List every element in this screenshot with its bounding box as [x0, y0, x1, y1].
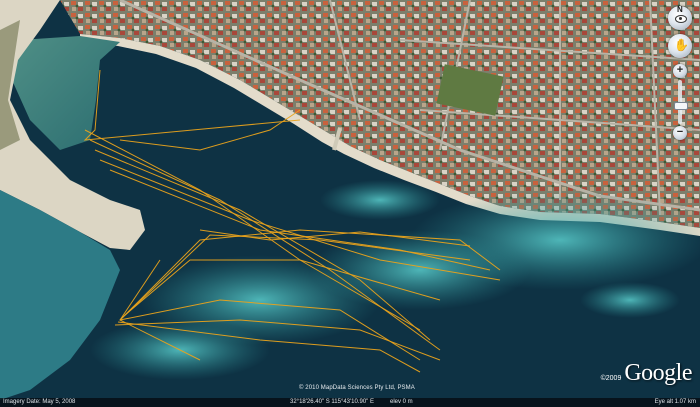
map-viewer[interactable]: N ✋ + − © 2010 MapData Sciences Pty Ltd,… — [0, 0, 700, 407]
reef-shallows — [320, 180, 440, 220]
status-bar: Imagery Date: May 5, 2008 32°18'26.40" S… — [0, 398, 700, 407]
move-joystick[interactable]: ✋ — [668, 34, 692, 58]
navigation-controls: N ✋ + − — [668, 5, 692, 142]
google-logo: ©2009 Google — [600, 360, 693, 387]
logo-text: Google — [624, 360, 692, 386]
elevation-readout: elev 0 m — [390, 399, 413, 405]
imagery-date: Imagery Date: May 5, 2008 — [3, 399, 76, 405]
satellite-map[interactable] — [0, 0, 700, 407]
north-label: N — [677, 5, 683, 14]
logo-year: ©2009 — [600, 375, 622, 382]
zoom-slider-thumb[interactable] — [674, 102, 688, 110]
eye-icon — [675, 15, 687, 23]
zoom-in-button[interactable]: + — [673, 64, 687, 78]
hand-icon: ✋ — [674, 38, 689, 52]
reef-shallows — [580, 282, 680, 318]
eye-altitude: Eye alt 1.07 km — [654, 399, 696, 405]
imagery-copyright: © 2010 MapData Sciences Pty Ltd, PSMA — [299, 385, 415, 391]
look-compass[interactable]: N — [668, 5, 692, 30]
zoom-out-button[interactable]: − — [673, 126, 687, 140]
pointer-coordinates: 32°18'26.40" S 115°43'10.90" E — [290, 399, 374, 405]
